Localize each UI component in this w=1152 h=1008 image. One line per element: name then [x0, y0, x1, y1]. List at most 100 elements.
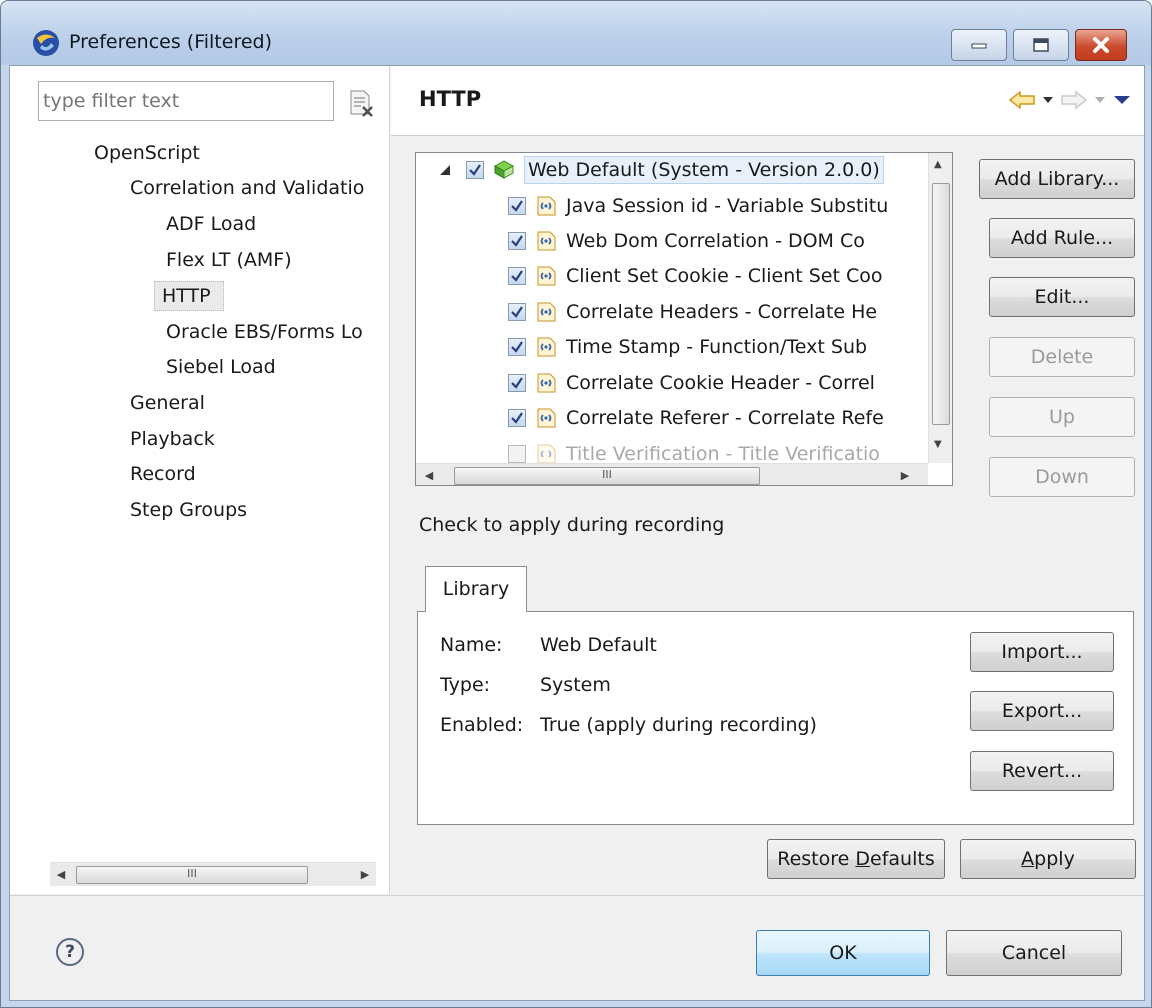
tree-item-openscript[interactable]: OpenScript — [90, 138, 204, 168]
rule-label: Time Stamp - Function/Text Sub — [566, 336, 868, 358]
tree-row-rule[interactable]: Client Set Cookie - Client Set Coo — [508, 259, 883, 293]
scroll-left-icon[interactable]: ◀ — [418, 464, 440, 485]
checkmark-icon — [511, 200, 523, 212]
add-library-button[interactable]: Add Library... — [979, 159, 1135, 199]
app-icon — [33, 30, 59, 56]
library-label: Web Default (System - Version 2.0.0) — [524, 156, 884, 184]
preferences-window: Preferences (Filtered) OpenScript Correl… — [0, 0, 1152, 1008]
rule-icon — [537, 231, 556, 251]
rule-checkbox[interactable] — [508, 409, 526, 427]
restore-prefix: Restore — [777, 848, 856, 870]
tree-item-general[interactable]: General — [126, 388, 209, 418]
page-header: HTTP — [391, 66, 1144, 136]
rule-icon — [537, 408, 556, 428]
name-label: Name: — [440, 634, 503, 656]
tree-item-playback[interactable]: Playback — [126, 424, 219, 454]
tree-item-oracle-ebs-forms[interactable]: Oracle EBS/Forms Lo — [162, 317, 388, 347]
rule-checkbox[interactable] — [508, 445, 526, 463]
correlation-rules-tree[interactable]: Web Default (System - Version 2.0.0) Jav… — [415, 152, 953, 486]
apply-button[interactable]: Apply — [960, 839, 1136, 879]
close-icon — [1093, 37, 1109, 53]
library-details-panel: Name: Web Default Type: System Enabled: … — [417, 611, 1134, 825]
expand-triangle-icon[interactable] — [438, 163, 452, 177]
enabled-label: Enabled: — [440, 714, 524, 736]
maximize-button[interactable] — [1013, 29, 1069, 61]
rule-checkbox[interactable] — [508, 303, 526, 321]
cancel-button[interactable]: Cancel — [946, 930, 1122, 976]
library-book-icon — [493, 160, 515, 179]
rule-checkbox[interactable] — [508, 374, 526, 392]
tab-library[interactable]: Library — [425, 566, 527, 612]
clear-filter-icon[interactable] — [346, 88, 376, 118]
dialog-client: OpenScript Correlation and Validatio ADF… — [9, 65, 1145, 1001]
tree-row-rule[interactable]: Java Session id - Variable Substitu — [508, 189, 888, 223]
library-checkbox[interactable] — [466, 161, 484, 179]
rule-label: Title Verification - Title Verificatio — [566, 443, 880, 465]
add-rule-button[interactable]: Add Rule... — [989, 218, 1135, 258]
checkmark-icon — [511, 235, 523, 247]
tree-item-siebel-load[interactable]: Siebel Load — [162, 352, 280, 382]
checkmark-icon — [511, 306, 523, 318]
move-up-button[interactable]: Up — [989, 397, 1135, 437]
tree-row-rule[interactable]: Time Stamp - Function/Text Sub — [508, 330, 867, 364]
rule-label: Client Set Cookie - Client Set Coo — [566, 265, 883, 287]
enabled-value: True (apply during recording) — [540, 714, 817, 736]
tree-item-record[interactable]: Record — [126, 459, 200, 489]
revert-button[interactable]: Revert... — [970, 751, 1114, 791]
delete-button[interactable]: Delete — [989, 337, 1135, 377]
checkmark-icon — [511, 270, 523, 282]
type-label: Type: — [440, 674, 491, 696]
tree-item-flex-lt[interactable]: Flex LT (AMF) — [162, 245, 296, 275]
scroll-right-icon[interactable]: ▶ — [894, 464, 916, 485]
tree-row-rule[interactable]: Correlate Cookie Header - Correl — [508, 366, 875, 400]
tree-item-adf-load[interactable]: ADF Load — [162, 209, 260, 239]
import-button[interactable]: Import... — [970, 632, 1114, 672]
rule-icon — [537, 196, 556, 216]
tree-row-rule[interactable]: Web Dom Correlation - DOM Co — [508, 224, 865, 258]
rule-checkbox[interactable] — [508, 197, 526, 215]
rule-checkbox[interactable] — [508, 267, 526, 285]
back-arrow-icon[interactable] — [1008, 90, 1036, 110]
checkmark-icon — [469, 164, 481, 176]
ok-button[interactable]: OK — [756, 930, 930, 976]
forward-arrow-icon[interactable] — [1060, 90, 1088, 110]
window-title: Preferences (Filtered) — [69, 31, 272, 53]
scroll-thumb[interactable] — [932, 183, 950, 425]
rules-vertical-scrollbar[interactable]: ▲ ▼ — [928, 153, 952, 463]
tree-item-correlation-validation[interactable]: Correlation and Validatio — [126, 173, 386, 203]
tree-item-step-groups[interactable]: Step Groups — [126, 495, 251, 525]
scroll-right-icon[interactable]: ▶ — [354, 863, 376, 887]
scroll-thumb[interactable]: III — [76, 866, 308, 884]
tree-item-http[interactable]: HTTP — [154, 281, 224, 311]
rules-horizontal-scrollbar[interactable]: ◀ III ▶ — [416, 463, 928, 485]
rule-icon — [537, 337, 556, 357]
back-dropdown-icon[interactable] — [1042, 95, 1054, 105]
rule-checkbox[interactable] — [508, 338, 526, 356]
minimize-icon — [971, 43, 987, 49]
move-down-button[interactable]: Down — [989, 457, 1135, 497]
rule-icon — [537, 373, 556, 393]
tree-horizontal-scrollbar[interactable]: ◀ III ▶ — [50, 862, 376, 886]
apply-suffix: pply — [1034, 848, 1075, 870]
scroll-up-icon[interactable]: ▲ — [934, 159, 942, 170]
edit-button[interactable]: Edit... — [989, 277, 1135, 317]
rule-checkbox[interactable] — [508, 232, 526, 250]
tree-row-rule[interactable]: Correlate Referer - Correlate Refe — [508, 401, 884, 435]
close-button[interactable] — [1075, 29, 1127, 61]
filter-input[interactable] — [38, 81, 334, 121]
view-menu-icon[interactable] — [1112, 95, 1132, 105]
forward-dropdown-icon[interactable] — [1094, 95, 1106, 105]
checkmark-icon — [511, 412, 523, 424]
export-button[interactable]: Export... — [970, 691, 1114, 731]
scroll-left-icon[interactable]: ◀ — [50, 863, 72, 887]
scroll-down-icon[interactable]: ▼ — [934, 439, 942, 450]
title-bar[interactable]: Preferences (Filtered) — [1, 1, 1151, 65]
rule-label: Web Dom Correlation - DOM Co — [566, 230, 865, 252]
restore-defaults-button[interactable]: Restore Defaults — [767, 839, 945, 879]
scroll-thumb[interactable]: III — [454, 467, 760, 485]
help-icon[interactable]: ? — [56, 938, 84, 966]
tree-row-library[interactable]: Web Default (System - Version 2.0.0) — [416, 153, 930, 187]
name-value: Web Default — [540, 634, 657, 656]
tree-row-rule[interactable]: Correlate Headers - Correlate He — [508, 295, 877, 329]
minimize-button[interactable] — [951, 29, 1007, 61]
